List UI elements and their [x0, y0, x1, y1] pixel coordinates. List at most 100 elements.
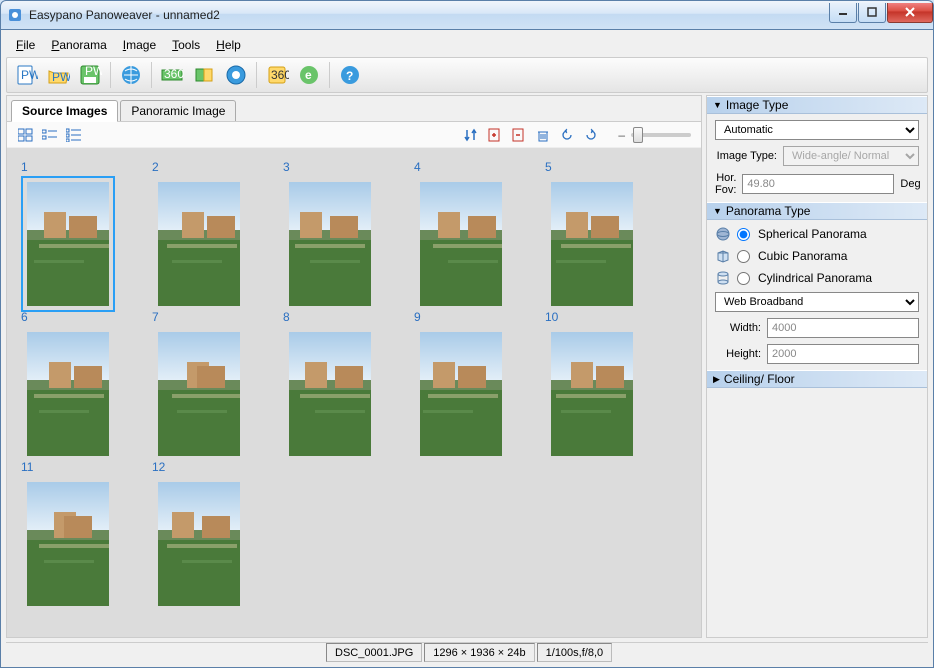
- section-title: Image Type: [726, 98, 788, 112]
- svg-text:PW: PW: [85, 64, 102, 78]
- globe-button[interactable]: [116, 60, 146, 90]
- right-panel: ▼ Image Type Automatic Image Type: Wide-…: [706, 95, 928, 638]
- section-image-type-header[interactable]: ▼ Image Type: [707, 96, 927, 114]
- expand-icon: ▼: [713, 206, 722, 216]
- status-exif: 1/100s,f/8,0: [537, 643, 613, 662]
- toolbar-separator: [256, 62, 257, 88]
- view-list-button[interactable]: [41, 126, 59, 144]
- cube-icon: [715, 248, 731, 264]
- left-panel: Source Images Panoramic Image: [6, 95, 702, 638]
- view-large-icons-button[interactable]: [17, 126, 35, 144]
- menu-help[interactable]: Help: [210, 36, 247, 54]
- thumb-toolbar: –: [7, 122, 701, 148]
- thumb-size-slider[interactable]: [631, 133, 691, 137]
- maximize-button[interactable]: [858, 3, 886, 23]
- toolbar-separator: [329, 62, 330, 88]
- section-panorama-type-header[interactable]: ▼ Panorama Type: [707, 202, 927, 220]
- thumbnail-6[interactable]: 6: [13, 308, 144, 458]
- status-bar: DSC_0001.JPG 1296 × 1936 × 24b 1/100s,f/…: [6, 642, 928, 662]
- status-dimensions: 1296 × 1936 × 24b: [424, 643, 534, 662]
- view-details-button[interactable]: [65, 126, 83, 144]
- help-button[interactable]: ?: [335, 60, 365, 90]
- thumbnail-number: 11: [21, 460, 136, 474]
- svg-text:e: e: [305, 68, 312, 82]
- title-bar: Easypano Panoweaver - unnamed2: [0, 0, 934, 30]
- svg-text:PW: PW: [52, 70, 70, 84]
- remove-image-button[interactable]: [510, 126, 528, 144]
- collapse-icon: ▶: [713, 374, 720, 385]
- toolbar-separator: [151, 62, 152, 88]
- tab-panoramic-image[interactable]: Panoramic Image: [120, 100, 236, 121]
- image-type-label: Image Type:: [715, 150, 777, 162]
- thumbnail-5[interactable]: 5: [537, 158, 668, 308]
- menu-panorama[interactable]: Panorama: [45, 36, 112, 54]
- thumbnail-number: 10: [545, 310, 660, 324]
- sphere-icon: [715, 226, 731, 242]
- cylindrical-radio[interactable]: [737, 272, 750, 285]
- save-button[interactable]: PW: [75, 60, 105, 90]
- thumbnail-number: 8: [283, 310, 398, 324]
- image-type-select: Wide-angle/ Normal: [783, 146, 919, 166]
- thumbnail-grid: 1 2: [7, 148, 701, 637]
- rotate-right-button[interactable]: [582, 126, 600, 144]
- thumbnail-9[interactable]: 9: [406, 308, 537, 458]
- thumbnail-number: 5: [545, 160, 660, 174]
- svg-text:360: 360: [271, 68, 289, 82]
- menu-bar: File Panorama Image Tools Help: [6, 35, 928, 55]
- minimize-button[interactable]: [829, 3, 857, 23]
- main-toolbar: PW PW PW 360 360 e ?: [6, 57, 928, 93]
- sort-button[interactable]: [462, 126, 480, 144]
- panorama-rect-button[interactable]: [189, 60, 219, 90]
- menu-image[interactable]: Image: [117, 36, 162, 54]
- thumbnail-7[interactable]: 7: [144, 308, 275, 458]
- new-button[interactable]: PW: [11, 60, 41, 90]
- panorama-wide-button[interactable]: 360: [157, 60, 187, 90]
- section-title: Panorama Type: [726, 204, 811, 218]
- fov-unit: Deg: [900, 178, 920, 190]
- zoom-out-icon: –: [618, 128, 625, 142]
- app-icon: [7, 7, 23, 23]
- spherical-label: Spherical Panorama: [758, 227, 867, 241]
- open-button[interactable]: PW: [43, 60, 73, 90]
- thumbnail-number: 6: [21, 310, 136, 324]
- stitch-button[interactable]: 360: [262, 60, 292, 90]
- thumbnail-number: 4: [414, 160, 529, 174]
- publish-button[interactable]: e: [294, 60, 324, 90]
- width-label: Width:: [715, 322, 761, 334]
- cubic-label: Cubic Panorama: [758, 249, 847, 263]
- height-input: [767, 344, 919, 364]
- thumbnail-4[interactable]: 4: [406, 158, 537, 308]
- menu-file[interactable]: File: [10, 36, 41, 54]
- panorama-circle-button[interactable]: [221, 60, 251, 90]
- image-mode-select[interactable]: Automatic: [715, 120, 919, 140]
- thumbnail-12[interactable]: 12: [144, 458, 275, 608]
- thumbnail-number: 1: [21, 160, 136, 174]
- preset-select[interactable]: Web Broadband: [715, 292, 919, 312]
- add-image-button[interactable]: [486, 126, 504, 144]
- section-panorama-type-body: Spherical Panorama Cubic Panorama Cylind…: [707, 220, 927, 370]
- window-title: Easypano Panoweaver - unnamed2: [29, 8, 828, 22]
- status-filename: DSC_0001.JPG: [326, 643, 422, 662]
- thumbnail-10[interactable]: 10: [537, 308, 668, 458]
- thumbnail-11[interactable]: 11: [13, 458, 144, 608]
- thumbnail-2[interactable]: 2: [144, 158, 275, 308]
- svg-text:?: ?: [346, 69, 353, 83]
- close-button[interactable]: [887, 3, 933, 23]
- toolbar-separator: [110, 62, 111, 88]
- thumbnail-3[interactable]: 3: [275, 158, 406, 308]
- thumbnail-1[interactable]: 1: [13, 158, 144, 308]
- tab-source-images[interactable]: Source Images: [11, 100, 118, 122]
- height-label: Height:: [715, 348, 761, 360]
- delete-button[interactable]: [534, 126, 552, 144]
- section-ceiling-floor-header[interactable]: ▶ Ceiling/ Floor: [707, 370, 927, 388]
- cubic-radio[interactable]: [737, 250, 750, 263]
- spherical-radio[interactable]: [737, 228, 750, 241]
- menu-tools[interactable]: Tools: [166, 36, 206, 54]
- thumbnail-8[interactable]: 8: [275, 308, 406, 458]
- svg-text:360: 360: [164, 67, 184, 81]
- expand-icon: ▼: [713, 100, 722, 110]
- svg-text:PW: PW: [21, 68, 38, 82]
- rotate-left-button[interactable]: [558, 126, 576, 144]
- thumbnail-number: 7: [152, 310, 267, 324]
- section-image-type-body: Automatic Image Type: Wide-angle/ Normal…: [707, 114, 927, 202]
